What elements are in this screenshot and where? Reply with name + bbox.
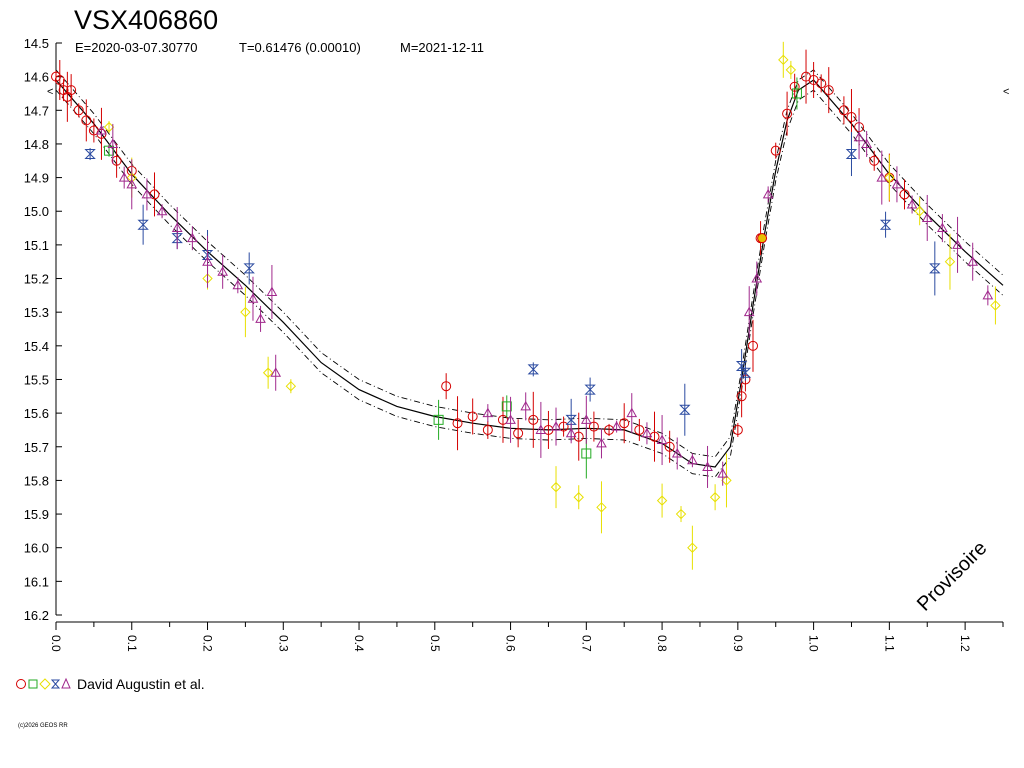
y-tick-label: 15.3 — [24, 305, 49, 320]
legend-square-marker — [28, 679, 38, 689]
y-tick-label: 14.9 — [24, 171, 49, 186]
y-tick-label: 15.9 — [24, 507, 49, 522]
x-tick-label: 0.4 — [352, 635, 366, 652]
x-tick-label: 0.3 — [276, 635, 290, 652]
y-tick-label: 14.5 — [24, 36, 49, 51]
y-tick-label: 14.6 — [24, 70, 49, 85]
period-text: T=0.61476 (0.00010) — [239, 40, 361, 55]
legend-bowtie-marker — [50, 679, 61, 689]
y-tick-label: 16.1 — [24, 574, 49, 589]
legend-triangle-marker — [61, 677, 71, 689]
x-tick-label: 1.0 — [807, 635, 821, 652]
y-tick-label: 15.2 — [24, 272, 49, 287]
y-tick-label: 15.4 — [24, 339, 49, 354]
light-curve-chart: VSX406860 E=2020-03-07.30770 T=0.61476 (… — [16, 5, 1009, 729]
legend-diamond-marker — [39, 678, 51, 690]
epoch-text: E=2020-03-07.30770 — [75, 40, 198, 55]
fit-band-upper — [55, 69, 1004, 458]
x-tick-label: 0.9 — [731, 635, 745, 652]
y-tick-label: 16.2 — [24, 608, 49, 623]
y-tick-label: 15.6 — [24, 406, 49, 421]
y-tick-label: 15.0 — [24, 204, 49, 219]
x-tick-label: 1.1 — [882, 635, 896, 652]
x-tick-label: 0.1 — [125, 635, 139, 652]
y-tick-label: 15.1 — [24, 238, 49, 253]
legend: David Augustin et al. — [16, 676, 205, 692]
x-tick-label: 0.0 — [49, 635, 63, 652]
chart-title: VSX406860 — [74, 5, 218, 35]
x-tick-label: 1.2 — [958, 635, 972, 652]
limit-marker-right: < — [1003, 86, 1009, 98]
y-tick-label: 14.7 — [24, 103, 49, 118]
data-point-highlight — [757, 233, 768, 244]
copyright-text: (c)2026 GEOS RR — [18, 723, 68, 729]
y-tick-label: 14.8 — [24, 137, 49, 152]
plot-area: 14.5 14.6 14.7 14.8 14.9 15.0 15.1 15.2 15.3 15.4… — [24, 36, 1004, 652]
x-tick-label: 0.5 — [428, 635, 442, 652]
limit-marker-left: < — [47, 86, 53, 98]
x-tick-label: 0.6 — [504, 635, 518, 652]
y-tick-label: 16.0 — [24, 541, 49, 556]
mean-date-text: M=2021-12-11 — [400, 40, 484, 55]
legend-label: David Augustin et al. — [77, 676, 205, 692]
provisional-watermark: Provisoire — [913, 537, 991, 615]
y-tick-label: 15.7 — [24, 440, 49, 455]
y-tick-label: 15.8 — [24, 473, 49, 488]
x-tick-label: 0.8 — [655, 635, 669, 652]
y-tick-label: 15.5 — [24, 372, 49, 387]
x-tick-label: 0.7 — [579, 635, 593, 652]
legend-circle-marker — [16, 679, 26, 689]
x-tick-label: 0.2 — [201, 635, 215, 652]
